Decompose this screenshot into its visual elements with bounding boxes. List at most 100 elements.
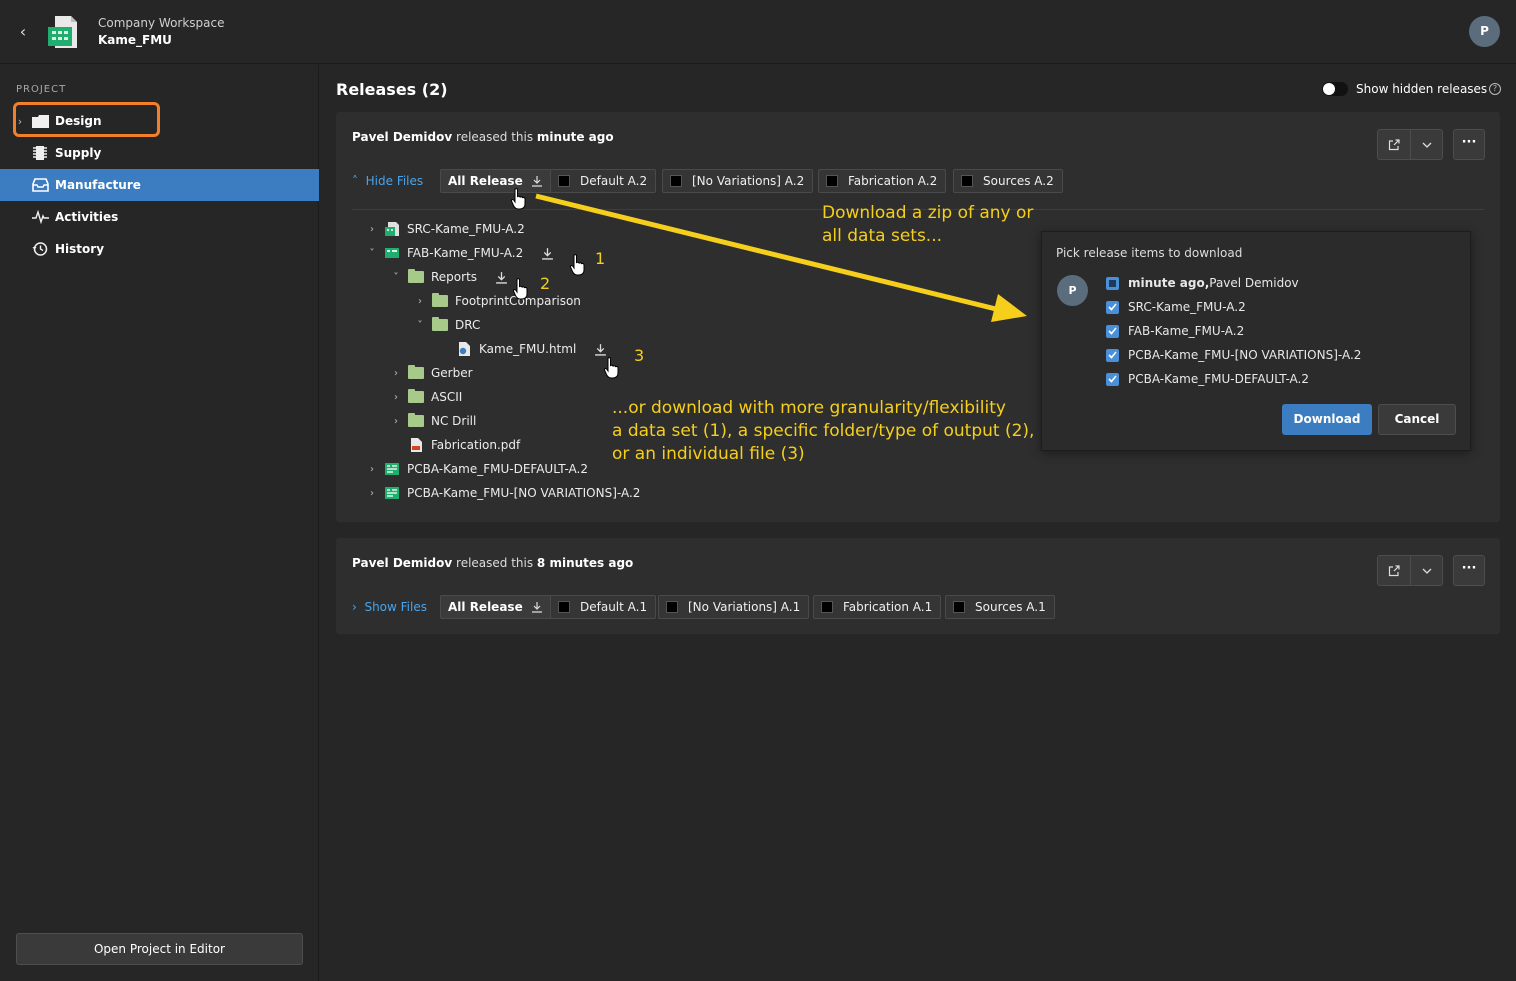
chip-dataset[interactable]: Fabrication A.1 — [813, 595, 942, 619]
sidebar-item-activities[interactable]: Activities — [0, 201, 319, 233]
activity-icon — [31, 208, 49, 226]
show-hidden-releases-toggle[interactable] — [1322, 82, 1348, 96]
project-logo-icon — [48, 16, 77, 48]
checkbox-checked[interactable] — [1106, 300, 1119, 314]
tree-node[interactable]: Kame_FMU.html — [437, 338, 607, 360]
cancel-button[interactable]: Cancel — [1378, 404, 1456, 435]
checkbox-checked[interactable] — [1106, 324, 1119, 338]
dataset-select-row[interactable]: SRC-Kame_FMU-A.2 — [1106, 298, 1246, 316]
release-info: Pavel Demidov released this 8 minutes ag… — [352, 556, 634, 570]
download-button[interactable]: Download — [1282, 404, 1372, 435]
user-avatar[interactable]: P — [1469, 16, 1500, 47]
tree-node[interactable]: ˅ FAB-Kame_FMU-A.2 — [365, 242, 554, 264]
more-options-button[interactable]: ··· — [1453, 129, 1485, 160]
tree-node[interactable]: › FootprintComparison — [413, 290, 581, 312]
hand-cursor-icon — [569, 254, 585, 276]
pcba-dataset-icon — [383, 485, 401, 501]
tree-node-label: Fabrication.pdf — [431, 438, 521, 452]
chevron-right-icon[interactable]: › — [389, 416, 403, 427]
chevron-right-icon[interactable]: › — [365, 464, 379, 475]
chevron-right-icon[interactable]: › — [389, 368, 403, 379]
download-icon — [531, 602, 542, 613]
folder-icon — [407, 365, 425, 381]
chip-dataset[interactable]: [No Variations] A.2 — [662, 169, 814, 193]
chip-dataset[interactable]: Sources A.2 — [953, 169, 1063, 193]
hand-cursor-icon — [512, 278, 528, 300]
tree-node[interactable]: › PCBA-Kame_FMU-[NO VARIATIONS]-A.2 — [365, 482, 640, 504]
chevron-down-icon[interactable] — [1410, 130, 1442, 159]
annotation-text: or an individual file (3) — [612, 444, 805, 464]
tree-node[interactable]: Fabrication.pdf — [389, 434, 520, 456]
popup-title: Pick release items to download — [1056, 246, 1243, 260]
chevron-down-icon[interactable]: ˅ — [365, 248, 379, 259]
checkbox-checked[interactable] — [1106, 348, 1119, 362]
chevron-up-icon: ˄ — [352, 174, 358, 188]
chip-dataset[interactable]: [No Variations] A.1 — [658, 595, 810, 619]
chip-all-release[interactable]: All Release — [440, 595, 552, 619]
workspace-name: Company Workspace — [98, 16, 225, 30]
release-actions-group — [1377, 555, 1443, 586]
download-icon[interactable] — [495, 271, 508, 284]
hand-cursor-icon — [603, 357, 619, 379]
more-options-button[interactable]: ··· — [1453, 555, 1485, 586]
sidebar-item-history[interactable]: History — [0, 233, 319, 265]
chevron-down-icon[interactable]: ˅ — [389, 272, 403, 283]
page-title: Releases (2) — [336, 80, 448, 99]
chip-all-release[interactable]: All Release — [440, 169, 552, 193]
tree-node-label: Kame_FMU.html — [479, 342, 577, 356]
annotation-number: 2 — [540, 274, 551, 293]
chevron-right-icon[interactable]: › — [389, 392, 403, 403]
chip-icon — [31, 144, 49, 162]
sidebar-item-supply[interactable]: Supply — [0, 137, 319, 169]
chevron-right-icon[interactable]: › — [365, 488, 379, 499]
html-file-icon — [455, 341, 473, 357]
open-external-icon[interactable] — [1378, 556, 1410, 585]
chip-dataset[interactable]: Sources A.1 — [945, 595, 1055, 619]
download-icon[interactable] — [594, 343, 607, 356]
sidebar-item-label: History — [55, 242, 105, 256]
sidebar-item-manufacture[interactable]: Manufacture — [0, 169, 319, 201]
tree-node[interactable]: › PCBA-Kame_FMU-DEFAULT-A.2 — [365, 458, 588, 480]
sidebar-item-label: Supply — [55, 146, 102, 160]
tree-node[interactable]: ˅ DRC — [413, 314, 480, 336]
tree-node[interactable]: ˅ Reports — [389, 266, 508, 288]
chevron-down-icon[interactable] — [1410, 556, 1442, 585]
dataset-select-row[interactable]: PCBA-Kame_FMU-DEFAULT-A.2 — [1106, 370, 1309, 388]
annotation-text: Download a zip of any or — [822, 203, 1034, 223]
tree-node[interactable]: › NC Drill — [389, 410, 476, 432]
chevron-right-icon[interactable]: › — [413, 296, 427, 307]
chevron-right-icon[interactable]: › — [365, 224, 379, 235]
chevron-down-icon[interactable]: ˅ — [413, 320, 427, 331]
hand-cursor-icon — [510, 188, 526, 210]
annotation-number: 3 — [634, 346, 645, 365]
release-select-row[interactable]: minute ago, Pavel Demidov — [1106, 274, 1299, 292]
sidebar: PROJECT › Design Supply Manufacture Acti… — [0, 65, 319, 981]
tree-node-label: SRC-Kame_FMU-A.2 — [407, 222, 525, 236]
download-icon[interactable] — [541, 247, 554, 260]
help-icon[interactable]: ? — [1489, 83, 1501, 95]
folder-icon — [431, 293, 449, 309]
open-project-in-editor-button[interactable]: Open Project in Editor — [16, 933, 303, 965]
annotation-text: all data sets... — [822, 226, 943, 246]
chip-dataset[interactable]: Default A.1 — [550, 595, 657, 619]
checkbox-partial[interactable] — [1106, 276, 1119, 290]
release-actions-group — [1377, 129, 1443, 160]
tree-node[interactable]: › ASCII — [389, 386, 462, 408]
show-files-link[interactable]: › Show Files — [352, 600, 427, 614]
fabrication-dataset-icon — [383, 245, 401, 261]
checkbox-checked[interactable] — [1106, 372, 1119, 386]
tree-node-label: ASCII — [431, 390, 463, 404]
tree-node[interactable]: › SRC-Kame_FMU-A.2 — [365, 218, 525, 240]
chip-dataset[interactable]: Fabrication A.2 — [818, 169, 947, 193]
folder-icon — [407, 389, 425, 405]
tree-node[interactable]: › Gerber — [389, 362, 473, 384]
avatar: P — [1057, 275, 1088, 306]
back-arrow-icon[interactable]: ‹ — [14, 22, 32, 42]
chip-dataset[interactable]: Default A.2 — [550, 169, 657, 193]
dataset-select-row[interactable]: PCBA-Kame_FMU-[NO VARIATIONS]-A.2 — [1106, 346, 1361, 364]
tree-node-label: FAB-Kame_FMU-A.2 — [407, 246, 524, 260]
sidebar-item-label: Activities — [55, 210, 119, 224]
dataset-select-row[interactable]: FAB-Kame_FMU-A.2 — [1106, 322, 1244, 340]
open-external-icon[interactable] — [1378, 130, 1410, 159]
hide-files-link[interactable]: ˄ Hide Files — [352, 174, 423, 188]
